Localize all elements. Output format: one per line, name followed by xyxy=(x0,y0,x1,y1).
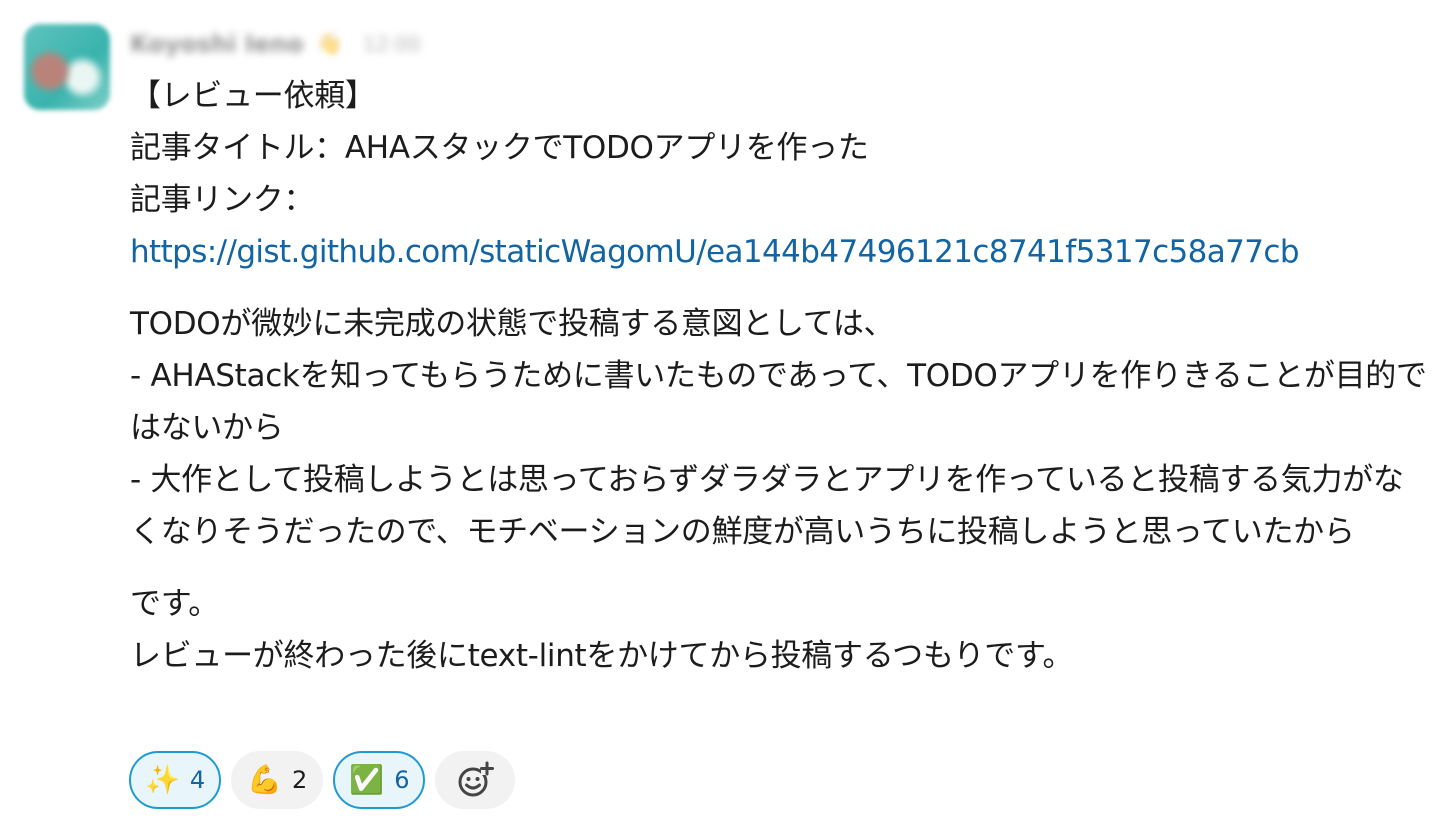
message-line: 記事リンク： xyxy=(130,182,315,218)
message-line: レビューが終わった後にtext-lintをかけてから投稿するつもりです。 xyxy=(130,638,1074,674)
reaction-count: 4 xyxy=(189,766,206,794)
reaction-count: 6 xyxy=(394,766,410,794)
message-bullet: - AHAStackを知ってもらうために書いたものであって、TODOアプリを作り… xyxy=(130,358,1427,446)
timestamp[interactable]: 12:00 xyxy=(363,32,421,56)
check-mark-icon: ✅ xyxy=(349,763,385,796)
message-body: 【レビュー依頼】 記事タイトル：AHAスタックでTODOアプリを作った 記事リン… xyxy=(130,70,1432,682)
message-line: 【レビュー依頼】 xyxy=(130,78,376,114)
sender-name[interactable]: Koyoshi Ieno xyxy=(130,30,304,58)
avatar[interactable] xyxy=(24,24,110,110)
reaction-sparkles[interactable]: ✨ 4 xyxy=(129,751,222,809)
reactions-bar: ✨ 4 💪 2 ✅ 6 xyxy=(129,751,516,809)
message-header: Koyoshi Ieno 👋 12:00 xyxy=(130,26,421,62)
message-line: TODOが微妙に未完成の状態で投稿する意図としては、 xyxy=(130,306,895,342)
reaction-count: 2 xyxy=(292,766,308,794)
status-emoji: 👋 xyxy=(315,31,343,57)
reaction-check[interactable]: ✅ 6 xyxy=(333,751,426,809)
add-reaction-button[interactable] xyxy=(435,751,516,809)
message-line: です。 xyxy=(130,586,219,622)
reaction-muscle[interactable]: 💪 2 xyxy=(231,751,324,809)
muscle-icon: 💪 xyxy=(247,763,283,796)
sparkles-icon: ✨ xyxy=(145,763,180,796)
gist-link[interactable]: https://gist.github.com/staticWagomU/ea1… xyxy=(130,234,1300,270)
message-bullet: - 大作として投稿しようとは思っておらずダラダラとアプリを作っていると投稿する気… xyxy=(130,462,1404,550)
message-line: 記事タイトル：AHAスタックでTODOアプリを作った xyxy=(130,130,869,166)
message: Koyoshi Ieno 👋 12:00 【レビュー依頼】 記事タイトル：AHA… xyxy=(0,0,1440,824)
add-emoji-icon xyxy=(458,761,495,797)
